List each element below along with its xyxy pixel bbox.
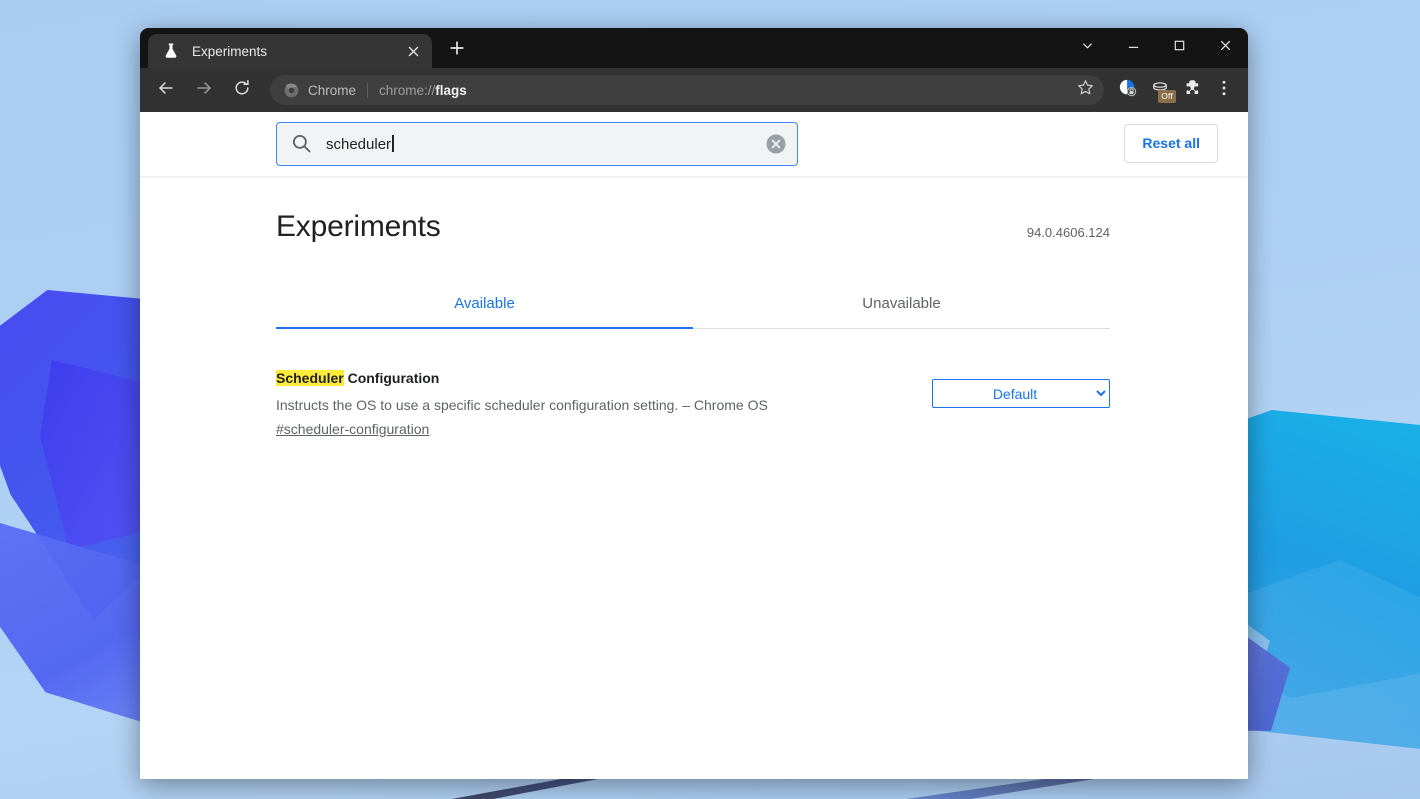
experiment-title-rest: Configuration (343, 370, 440, 386)
desktop-background: Experiments Chrome chrome://flags Off sc… (0, 0, 1420, 799)
back-button[interactable] (150, 74, 182, 106)
flags-page: scheduler Reset all Experiments 94.0.460… (140, 112, 1248, 779)
star-icon (1077, 79, 1094, 101)
experiment-row: Scheduler Configuration Instructs the OS… (276, 366, 1110, 457)
search-icon (291, 133, 312, 154)
search-text: scheduler (326, 135, 392, 153)
extensions-button[interactable] (1176, 74, 1208, 106)
flags-tab-bar: Available Unavailable (276, 283, 1110, 329)
battery-saver-button[interactable]: Off (1144, 74, 1176, 106)
forward-button[interactable] (188, 74, 220, 106)
flags-content-column: Experiments 94.0.4606.124 Available Unav… (276, 202, 1110, 457)
flags-search-header: scheduler Reset all (140, 112, 1248, 176)
browser-window: Experiments Chrome chrome://flags Off sc… (140, 28, 1248, 779)
back-arrow-icon (157, 79, 175, 102)
experiment-description: Instructs the OS to use a specific sched… (276, 397, 768, 413)
search-input-value: scheduler (326, 134, 765, 153)
flags-body: Experiments 94.0.4606.124 Available Unav… (140, 176, 1248, 779)
reload-button[interactable] (226, 74, 258, 106)
bookmark-button[interactable] (1069, 79, 1094, 101)
tab-unavailable[interactable]: Unavailable (693, 283, 1110, 328)
close-icon (1219, 39, 1232, 57)
forward-arrow-icon (195, 79, 213, 102)
new-tab-button[interactable] (442, 35, 472, 65)
title-row: Experiments 94.0.4606.124 (276, 202, 1110, 244)
media-control-icon (1119, 79, 1137, 102)
omnibox-divider (367, 82, 369, 98)
close-icon[interactable] (402, 40, 424, 62)
tab-strip: Experiments (140, 28, 1248, 68)
omnibox-url: chrome://flags (379, 83, 467, 98)
omnibox-scope-label: Chrome (308, 82, 357, 98)
minimize-icon (1127, 39, 1140, 57)
version-label: 94.0.4606.124 (1026, 225, 1110, 240)
experiment-control: DefaultDisabledEnabledConservativePerfor… (932, 370, 1110, 408)
experiments-list: Scheduler Configuration Instructs the OS… (276, 366, 1110, 457)
page-title: Experiments (276, 210, 441, 243)
tab-available[interactable]: Available (276, 283, 693, 329)
battery-saver-badge: Off (1158, 90, 1176, 103)
minimize-button[interactable] (1110, 28, 1156, 68)
window-controls (1064, 28, 1248, 68)
browser-toolbar: Chrome chrome://flags Off (140, 68, 1248, 112)
experiment-title: Scheduler Configuration (276, 370, 892, 386)
three-dot-menu-icon (1215, 79, 1233, 102)
browser-tab-experiments[interactable]: Experiments (148, 34, 432, 68)
maximize-button[interactable] (1156, 28, 1202, 68)
close-window-button[interactable] (1202, 28, 1248, 68)
media-control-button[interactable] (1112, 74, 1144, 106)
maximize-icon (1173, 39, 1186, 57)
url-suffix: flags (435, 82, 467, 98)
address-bar[interactable]: Chrome chrome://flags (270, 75, 1104, 105)
text-caret (392, 134, 394, 152)
experiment-title-highlight: Scheduler (276, 370, 344, 386)
clear-search-button[interactable] (765, 133, 787, 155)
reset-all-button[interactable]: Reset all (1124, 124, 1218, 163)
plus-icon (450, 40, 464, 60)
browser-menu-button[interactable] (1208, 74, 1240, 106)
experiment-permalink[interactable]: #scheduler-configuration (276, 421, 429, 437)
clear-circle-icon (765, 134, 787, 159)
url-prefix: chrome:// (379, 82, 436, 98)
chevron-down-icon (1081, 39, 1094, 57)
search-input[interactable]: scheduler (276, 121, 798, 166)
experiment-text: Scheduler Configuration Instructs the OS… (276, 370, 932, 439)
experiment-select-scheduler-configuration[interactable]: DefaultDisabledEnabledConservativePerfor… (932, 379, 1110, 408)
reload-icon (233, 79, 251, 102)
tab-search-button[interactable] (1064, 28, 1110, 68)
flask-icon (162, 42, 180, 60)
chrome-logo-icon (284, 83, 299, 98)
puzzle-piece-icon (1183, 79, 1201, 102)
browser-tab-title: Experiments (192, 43, 268, 59)
